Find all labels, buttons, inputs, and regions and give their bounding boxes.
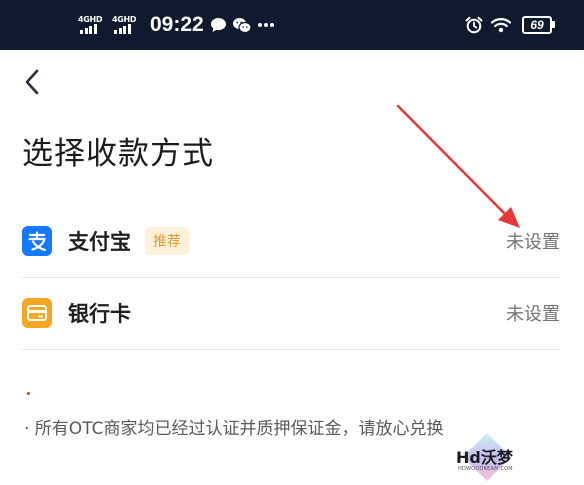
alipay-status: 未设置 <box>506 232 560 253</box>
bank-card-icon <box>22 298 52 328</box>
status-bar: 4GHD 4GHD 09:22 69 <box>0 0 584 50</box>
status-bar-left: 4GHD 4GHD 09:22 <box>76 0 280 50</box>
back-button[interactable] <box>18 66 46 98</box>
chat-bubble-icon <box>210 17 227 33</box>
signal-4g-icon-2: 4GHD <box>110 14 140 36</box>
signal-4g-icon-1: 4GHD <box>76 14 106 36</box>
divider <box>22 277 560 278</box>
chevron-left-icon <box>25 69 39 95</box>
status-clock: 09:22 <box>150 13 204 36</box>
divider <box>22 349 560 350</box>
page-title: 选择收款方式 <box>22 136 214 172</box>
payment-method-bank-card[interactable]: 银行卡 未设置 <box>22 280 560 346</box>
method-name-bank-card: 银行卡 <box>68 302 131 326</box>
alarm-clock-icon <box>465 16 483 34</box>
notice-text: · 所有OTC商家均已经过认证并质押保证金，请放心兑换 <box>24 419 444 439</box>
bank-card-status: 未设置 <box>506 304 560 325</box>
watermark-logo: Hd沃梦 HDWOODREAM.COM <box>452 432 522 482</box>
recommend-badge: 推荐 <box>145 227 189 255</box>
alipay-icon <box>22 226 52 256</box>
more-dots-icon <box>257 22 275 28</box>
wechat-icon <box>232 17 252 34</box>
payment-method-alipay[interactable]: 支付宝 推荐 未设置 <box>22 208 560 274</box>
watermark-text: Hd沃梦 <box>456 448 513 467</box>
battery-level: 69 <box>530 18 544 32</box>
wifi-icon <box>491 17 511 33</box>
red-dot-marker <box>27 392 30 395</box>
method-name-alipay: 支付宝 <box>68 230 131 254</box>
status-bar-right: 69 <box>465 0 555 50</box>
watermark-subtext: HDWOODREAM.COM <box>458 466 513 472</box>
battery-icon: 69 <box>522 16 555 34</box>
